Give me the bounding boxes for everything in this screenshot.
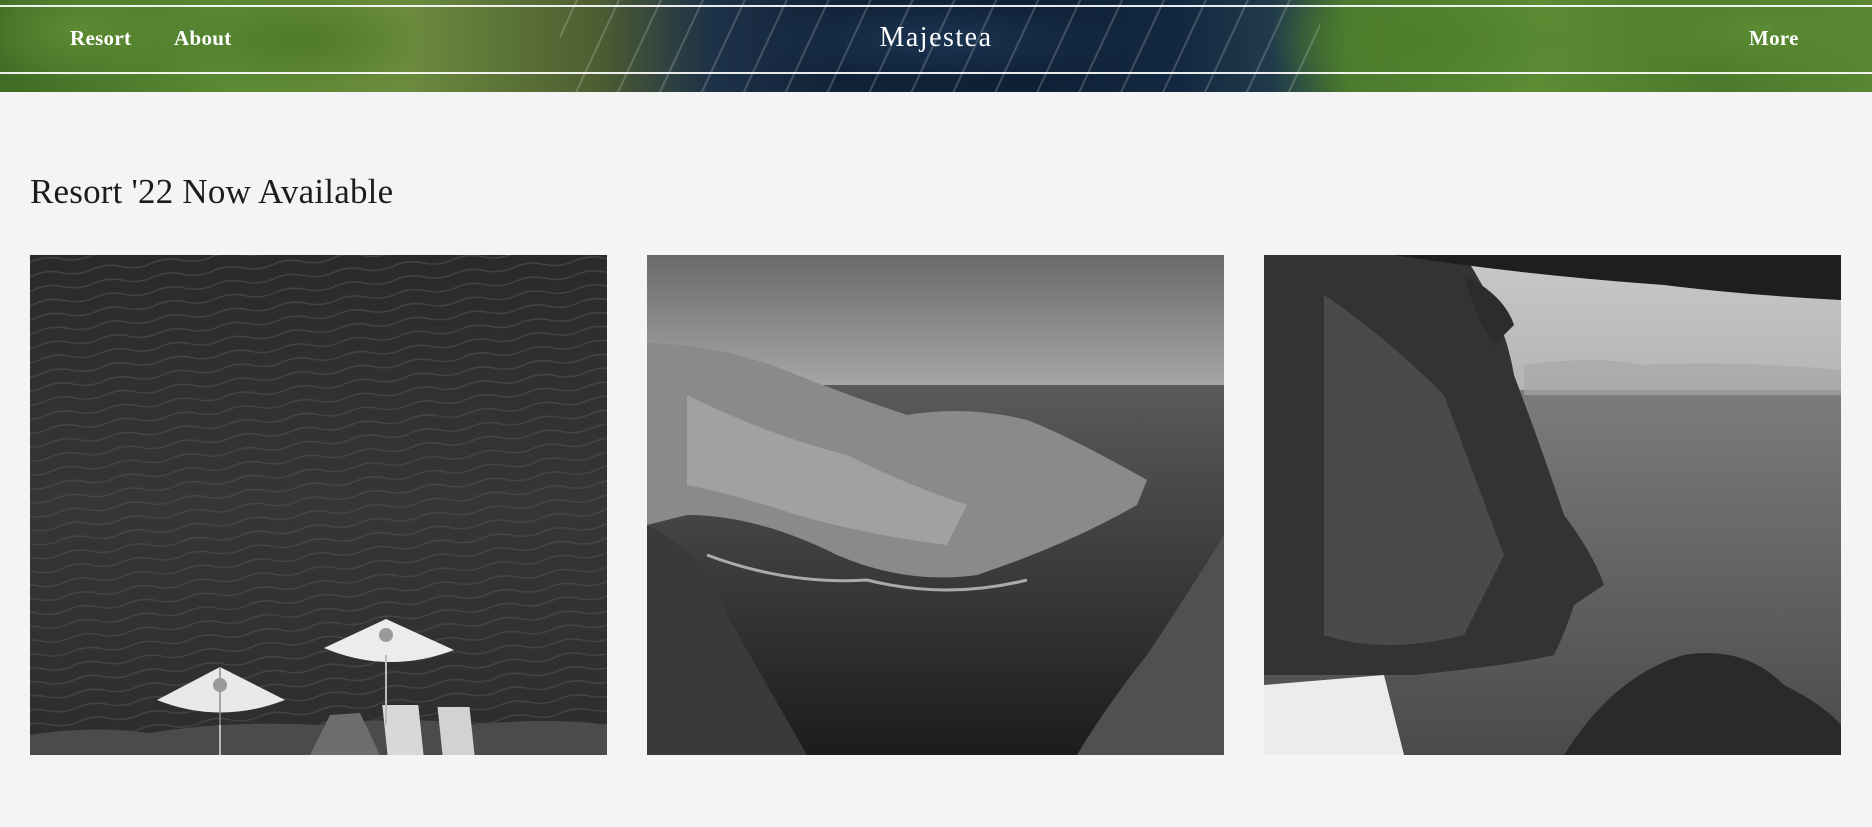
gallery-image-sea-umbrellas[interactable] (30, 255, 607, 755)
header-top-rule (0, 5, 1872, 7)
rocky-cove-image (647, 255, 1224, 755)
nav-more-link[interactable]: More (1749, 26, 1799, 51)
brand-logo: Majestea (0, 22, 1872, 54)
gallery-image-cliffs[interactable] (1264, 255, 1841, 755)
site-header: Resort About Majestea More (0, 0, 1872, 92)
cliffs-image (1264, 255, 1841, 755)
sea-umbrellas-image (30, 255, 607, 755)
header-bottom-rule (0, 72, 1872, 74)
brand-name[interactable]: Majestea (879, 22, 992, 53)
nav-about-link[interactable]: About (174, 26, 232, 51)
gallery-image-rocky-cove[interactable] (647, 255, 1224, 755)
section-title: Resort '22 Now Available (30, 172, 394, 211)
nav-resort-link[interactable]: Resort (70, 26, 131, 51)
